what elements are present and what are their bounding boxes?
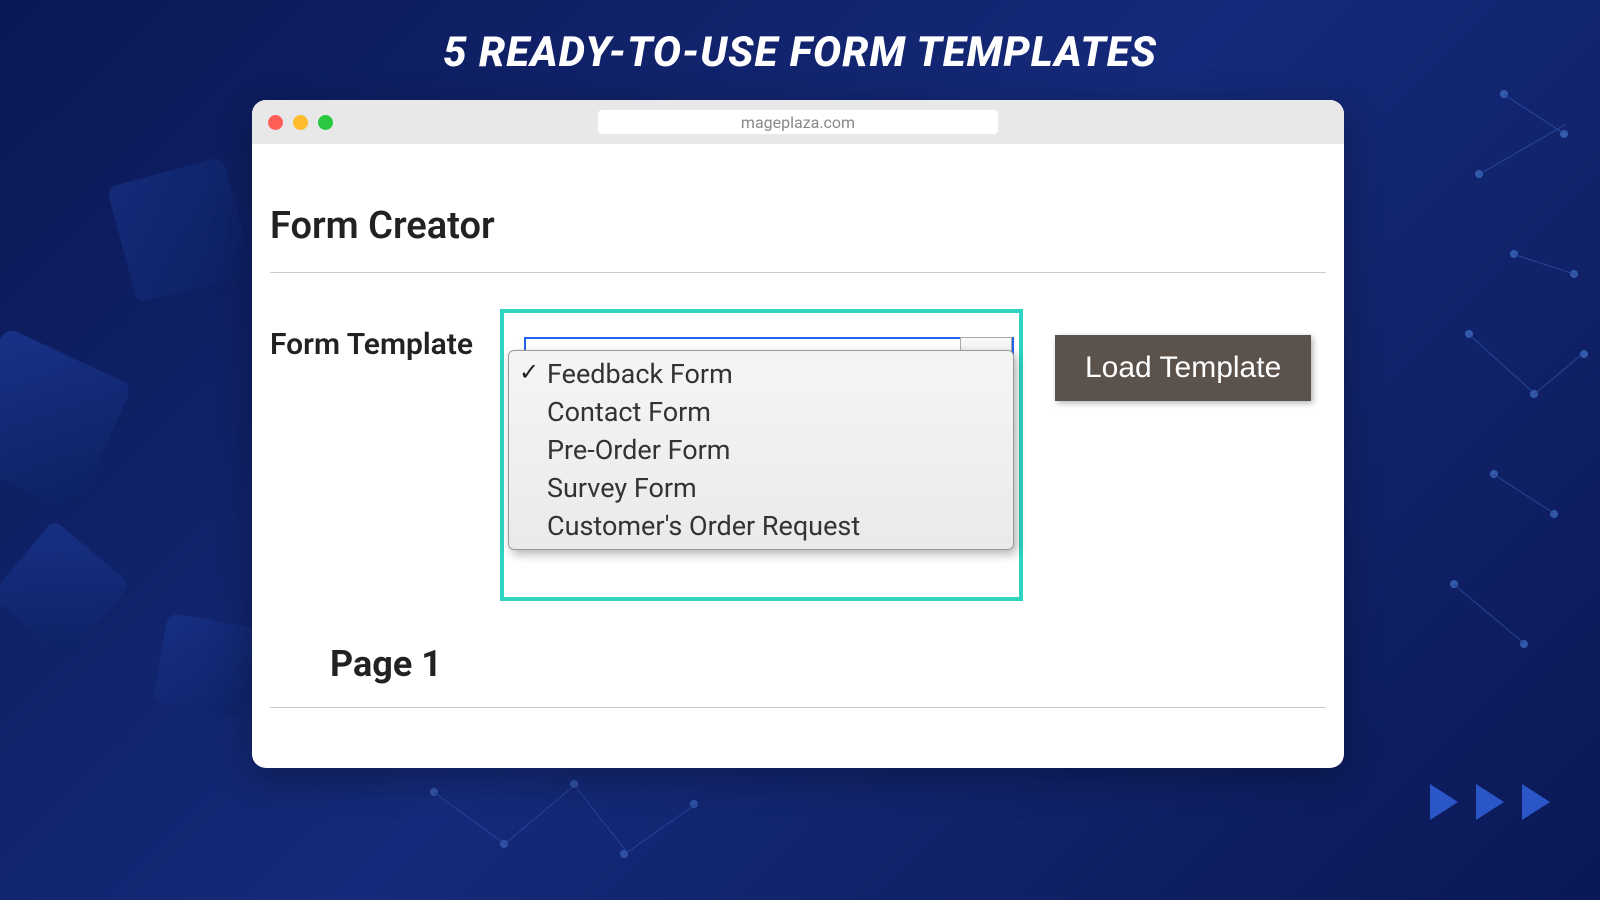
browser-window: mageplaza.com Form Creator Form Template… [252, 100, 1344, 768]
address-bar[interactable]: mageplaza.com [598, 110, 998, 134]
form-template-label: Form Template [270, 327, 500, 362]
dropdown-option-customer-order[interactable]: Customer's Order Request [509, 507, 1013, 545]
window-maximize-icon[interactable] [318, 115, 333, 130]
browser-chrome: mageplaza.com [252, 100, 1344, 144]
dropdown-option-contact[interactable]: Contact Form [509, 393, 1013, 431]
section-title: Form Creator [270, 204, 1326, 273]
decorative-cube [0, 520, 130, 661]
dropdown-option-feedback[interactable]: Feedback Form [509, 355, 1013, 393]
address-bar-text: mageplaza.com [741, 113, 855, 132]
dropdown-option-survey[interactable]: Survey Form [509, 469, 1013, 507]
decorative-cube [153, 613, 257, 717]
page-section: Page 1 [270, 643, 1326, 708]
load-template-button[interactable]: Load Template [1055, 335, 1311, 401]
template-dropdown-menu: Feedback Form Contact Form Pre-Order For… [508, 350, 1014, 550]
decorative-cube [107, 157, 254, 304]
decorative-cube [0, 327, 133, 513]
select-highlight-box: Feedback Form Contact Form Pre-Order For… [500, 309, 1023, 601]
dropdown-option-preorder[interactable]: Pre-Order Form [509, 431, 1013, 469]
decorative-network [1300, 60, 1600, 760]
page-content: Form Creator Form Template Feedback Form… [252, 144, 1344, 728]
decorative-arrows [1430, 784, 1550, 820]
window-minimize-icon[interactable] [293, 115, 308, 130]
form-template-row: Form Template Feedback Form Contact Form… [270, 309, 1326, 601]
page-section-title: Page 1 [270, 643, 1326, 708]
window-close-icon[interactable] [268, 115, 283, 130]
